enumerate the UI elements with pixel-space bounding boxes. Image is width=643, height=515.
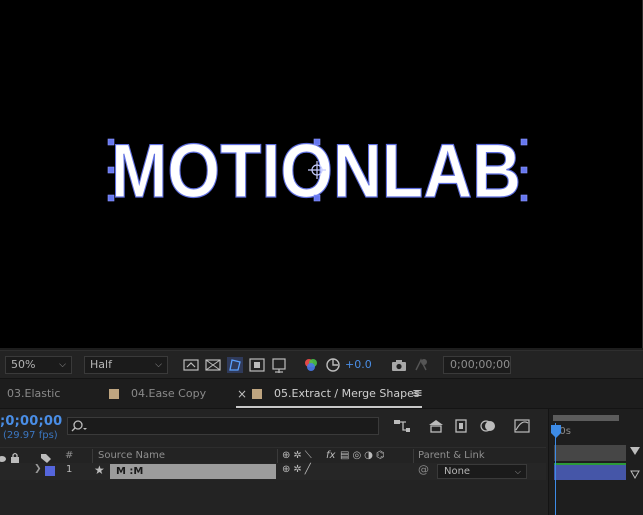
chevron-down-icon: ⌵ xyxy=(155,360,162,370)
column-parent-link[interactable]: Parent & Link xyxy=(418,448,485,464)
close-tab-icon[interactable]: × xyxy=(237,379,247,409)
column-source-name[interactable]: Source Name xyxy=(98,448,165,464)
parent-value: None xyxy=(444,466,471,477)
work-area-bar[interactable] xyxy=(553,415,619,421)
tab-03-elastic[interactable]: 03.Elastic xyxy=(7,379,60,409)
layer-duration-bar[interactable] xyxy=(554,463,626,480)
chevron-down-icon: ⌵ xyxy=(514,467,521,476)
timecode-display[interactable]: 0;00;00;00 xyxy=(443,356,511,374)
graph-editor-icon[interactable] xyxy=(512,417,532,435)
column-divider xyxy=(277,449,278,463)
show-snapshot-icon[interactable] xyxy=(412,356,430,374)
region-of-interest-icon[interactable] xyxy=(248,356,266,374)
handle-top-center[interactable] xyxy=(313,138,321,146)
tab-label-swatch xyxy=(109,389,119,399)
zoom-value: 50% xyxy=(11,358,36,371)
parent-dropdown[interactable]: None ⌵ xyxy=(437,464,527,479)
switches-header-icons: ⊕✲⟍ xyxy=(282,450,315,461)
timeline-end-markers-icon[interactable] xyxy=(629,445,641,481)
resolution-dropdown[interactable]: Half ⌵ xyxy=(84,356,168,374)
composition-tab-bar: 03.Elastic 04.Ease Copy × 05.Extract / M… xyxy=(0,378,643,408)
timeline-ruler-area[interactable]: 00s xyxy=(548,409,643,515)
fast-previews-icon[interactable] xyxy=(182,356,200,374)
tab-label-swatch xyxy=(252,389,262,399)
panel-menu-icon[interactable]: ≡ xyxy=(412,379,423,409)
frame-blending-icon[interactable] xyxy=(452,417,472,435)
handle-top-right[interactable] xyxy=(520,138,528,146)
column-index: # xyxy=(65,450,74,461)
handle-middle-right[interactable] xyxy=(520,166,528,174)
handle-top-left[interactable] xyxy=(107,138,115,146)
tab-04-ease-copy[interactable]: 04.Ease Copy xyxy=(131,379,206,409)
expand-chevron-icon[interactable]: ❯ xyxy=(34,464,42,474)
layer-name-field[interactable]: M :M xyxy=(110,464,276,479)
snapshot-camera-icon[interactable] xyxy=(390,356,408,374)
chevron-down-icon: ⌵ xyxy=(59,360,66,370)
handle-middle-left[interactable] xyxy=(107,166,115,174)
layer-index: 1 xyxy=(66,464,73,475)
frame-rate-label: (29.97 fps) xyxy=(3,430,58,441)
composition-viewer[interactable]: MOTIONLAB xyxy=(0,0,643,348)
layer-switches-icons[interactable]: ⊕✲╱ xyxy=(282,464,314,475)
column-divider xyxy=(92,449,93,463)
current-time-indicator-head[interactable] xyxy=(550,425,562,439)
shape-layer-star-icon: ★ xyxy=(94,463,105,477)
viewer-control-bar: 50% ⌵ Half ⌵ +0.0 0;00;00;00 xyxy=(0,350,643,378)
channels-icon[interactable] xyxy=(302,356,320,374)
effects-fx-icon: fx xyxy=(326,450,336,461)
handle-bottom-center[interactable] xyxy=(313,194,321,202)
current-time-display[interactable]: ;0;00;00 xyxy=(0,414,62,429)
draft-3d-icon[interactable] xyxy=(426,417,446,435)
switches-header-icons-2: ▤◎◑⌬ xyxy=(340,450,388,461)
layer-search-input[interactable] xyxy=(67,417,379,435)
resolution-value: Half xyxy=(90,358,112,371)
timeline-panel: ;0;00;00 (29.97 fps) # Source Name ⊕✲⟍ f… xyxy=(0,408,643,515)
ruler-band xyxy=(554,445,626,461)
grid-guides-icon[interactable] xyxy=(270,356,288,374)
composition-canvas[interactable]: MOTIONLAB xyxy=(0,0,642,348)
transparency-grid-icon[interactable] xyxy=(204,356,222,374)
pick-whip-icon[interactable]: @ xyxy=(418,463,429,476)
tab-05-extract-merge-shapes[interactable]: 05.Extract / Merge Shapes xyxy=(274,379,420,409)
composition-mini-flowchart-icon[interactable] xyxy=(392,417,412,435)
reset-exposure-icon[interactable] xyxy=(324,356,342,374)
zoom-dropdown[interactable]: 50% ⌵ xyxy=(5,356,72,374)
column-divider xyxy=(413,449,414,463)
motion-blur-icon[interactable] xyxy=(478,417,498,435)
label-color-swatch[interactable] xyxy=(45,466,55,476)
handle-bottom-left[interactable] xyxy=(107,194,115,202)
exposure-value[interactable]: +0.0 xyxy=(345,356,372,374)
layer-row[interactable]: ❯ 1 ★ M :M ⊕✲╱ @ None ⌵ xyxy=(0,463,546,480)
search-icon xyxy=(71,420,87,432)
mask-visibility-icon[interactable] xyxy=(226,356,244,374)
handle-bottom-right[interactable] xyxy=(520,194,528,202)
layer-column-header: # Source Name ⊕✲⟍ fx ▤◎◑⌬ Parent & Link xyxy=(0,447,546,463)
